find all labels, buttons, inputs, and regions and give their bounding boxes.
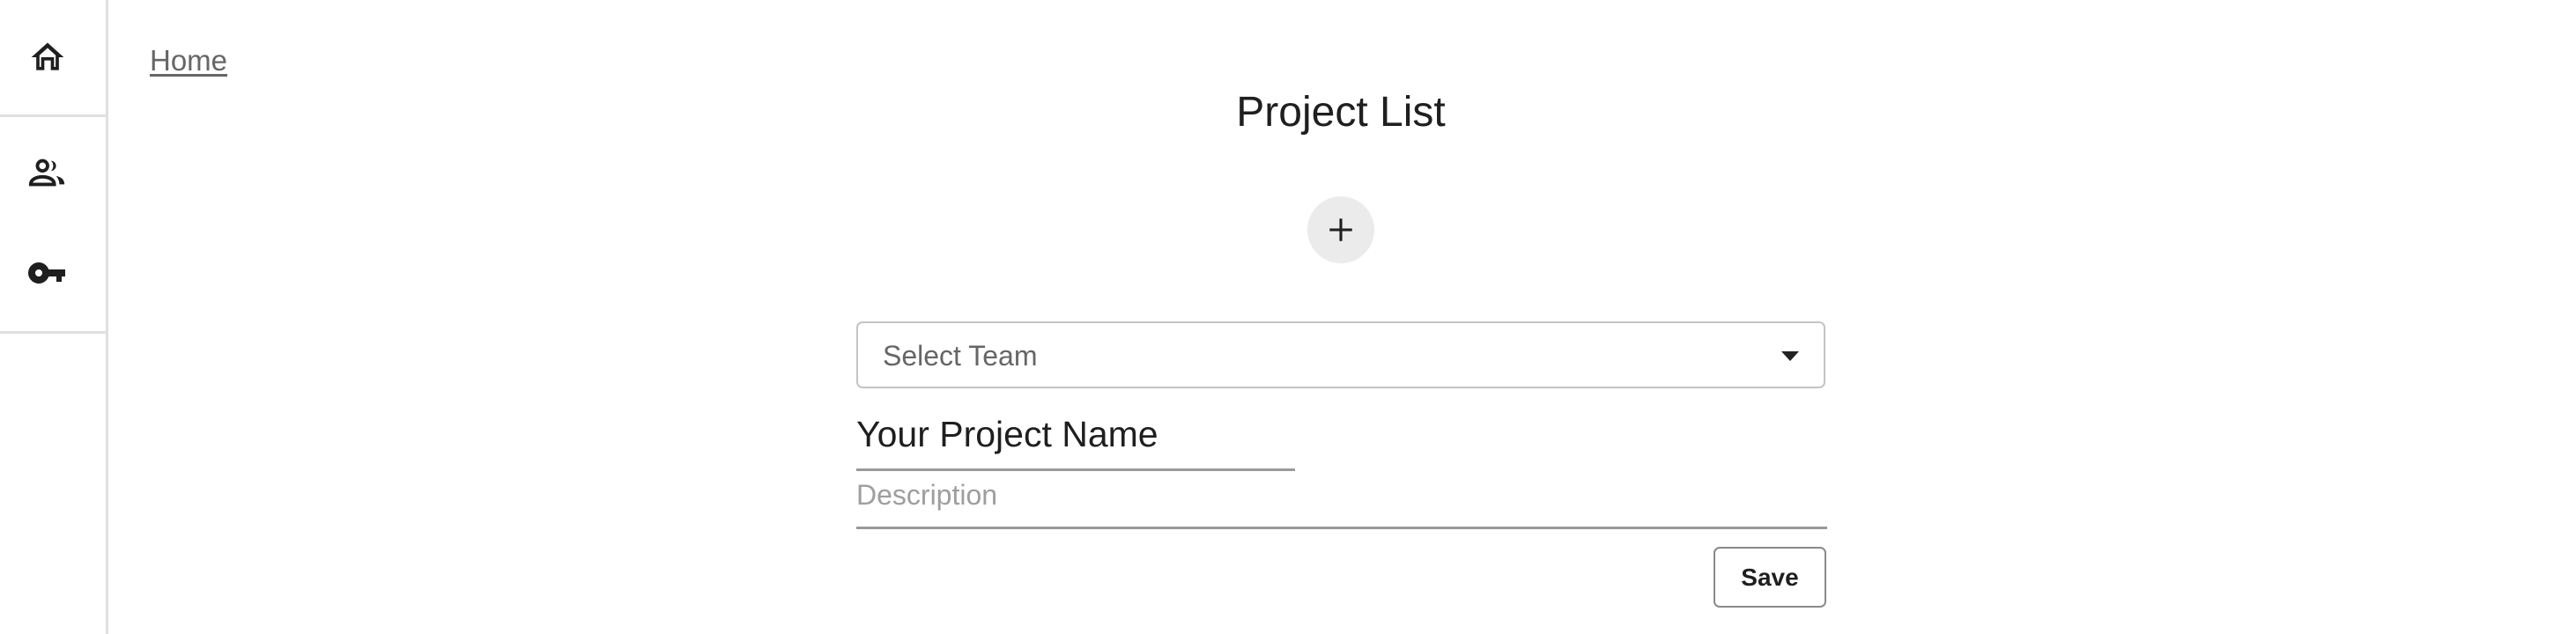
key-icon	[27, 262, 66, 284]
sidebar-divider	[0, 331, 106, 334]
team-select-placeholder: Select Team	[883, 340, 1038, 372]
sidebar-item-users[interactable]	[26, 151, 69, 194]
save-button[interactable]: Save	[1714, 547, 1826, 608]
add-project-button[interactable]	[1307, 196, 1374, 263]
breadcrumb-home-link[interactable]: Home	[150, 44, 227, 77]
chevron-down-icon	[1781, 351, 1799, 361]
people-icon	[28, 158, 65, 187]
team-select[interactable]: Select Team	[856, 321, 1825, 388]
page-title: Project List	[1236, 89, 1446, 136]
plus-icon	[1329, 218, 1352, 241]
sidebar-item-home[interactable]	[26, 36, 69, 78]
sidebar-item-keys[interactable]	[26, 252, 69, 294]
project-name-input[interactable]: Your Project Name	[856, 414, 1295, 471]
home-icon	[31, 42, 64, 70]
description-input[interactable]: Description	[856, 479, 1827, 529]
